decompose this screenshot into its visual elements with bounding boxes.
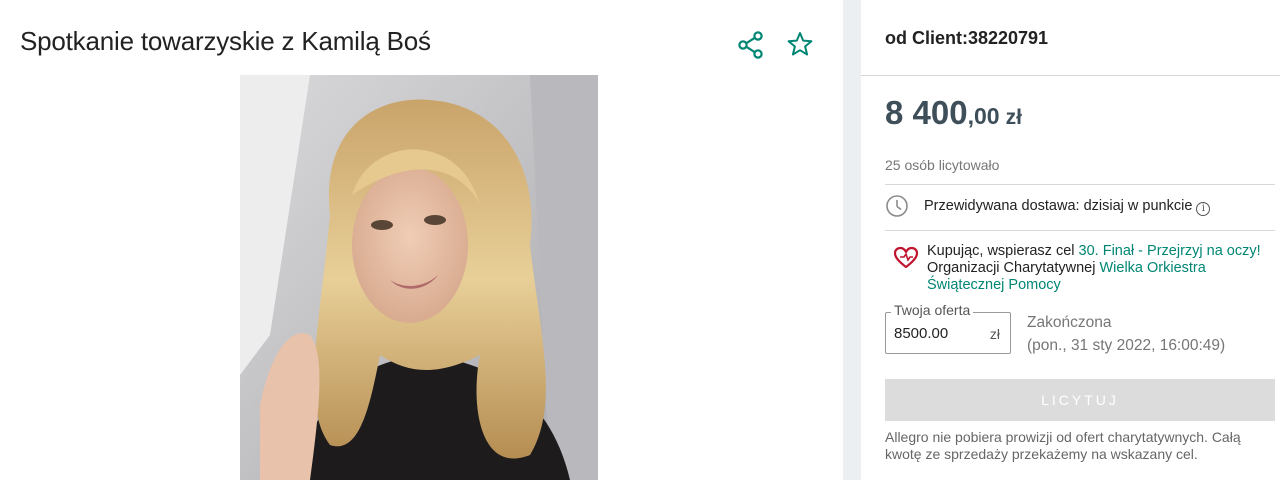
offer-label: Twoja oferta xyxy=(891,302,974,318)
purchase-panel: od Client:38220791 8 400,00 zł 25 osób li… xyxy=(861,0,1280,480)
page-title: Spotkanie towarzyskie z Kamilą Boś xyxy=(20,26,431,56)
share-icon[interactable] xyxy=(736,30,766,60)
offer-currency: zł xyxy=(989,326,1000,342)
seller-row: od Client:38220791 xyxy=(861,0,1280,76)
price-main: 8 400 xyxy=(885,94,968,131)
divider xyxy=(885,184,1275,185)
offer-input[interactable] xyxy=(894,325,984,342)
heart-icon xyxy=(893,246,919,270)
charity-org-prefix: Organizacji Charytatywnej xyxy=(927,260,1096,276)
delivery-label: Przewidywana dostawa: dzisiaj w punkcie xyxy=(924,198,1193,214)
price-cents: ,00 xyxy=(967,103,1000,129)
product-photo[interactable] xyxy=(240,75,598,480)
info-icon[interactable]: i xyxy=(1196,202,1211,216)
charity-text: Kupując, wspierasz cel 30. Finał - Przej… xyxy=(927,243,1272,294)
charity-goal-link[interactable]: 30. Finał - Przejrzyj na oczy! xyxy=(1079,243,1261,259)
divider xyxy=(885,230,1275,231)
charity-note: Allegro nie pobiera prowizji od ofert ch… xyxy=(885,429,1241,462)
star-icon[interactable] xyxy=(786,30,814,58)
product-panel: Spotkanie towarzyskie z Kamilą Boś xyxy=(0,0,843,480)
auction-status: Zakończona xyxy=(1027,314,1112,331)
delivery-row: Przewidywana dostawa: dzisiaj w punkcie i xyxy=(885,194,1275,220)
offer-field[interactable]: zł xyxy=(885,312,1011,354)
clock-icon xyxy=(885,194,909,218)
bidders-count[interactable]: 25 osób licytowało xyxy=(885,157,999,173)
bid-button[interactable]: LICYTUJ xyxy=(885,379,1275,421)
price-currency: zł xyxy=(1005,106,1022,129)
auction-end-date: (pon., 31 sty 2022, 16:00:49) xyxy=(1027,337,1226,354)
price: 8 400,00 zł xyxy=(885,94,1022,132)
seller-name[interactable]: od Client:38220791 xyxy=(885,28,1048,49)
delivery-text: Przewidywana dostawa: dzisiaj w punkcie i xyxy=(924,198,1211,216)
charity-prefix: Kupując, wspierasz cel xyxy=(927,243,1075,259)
